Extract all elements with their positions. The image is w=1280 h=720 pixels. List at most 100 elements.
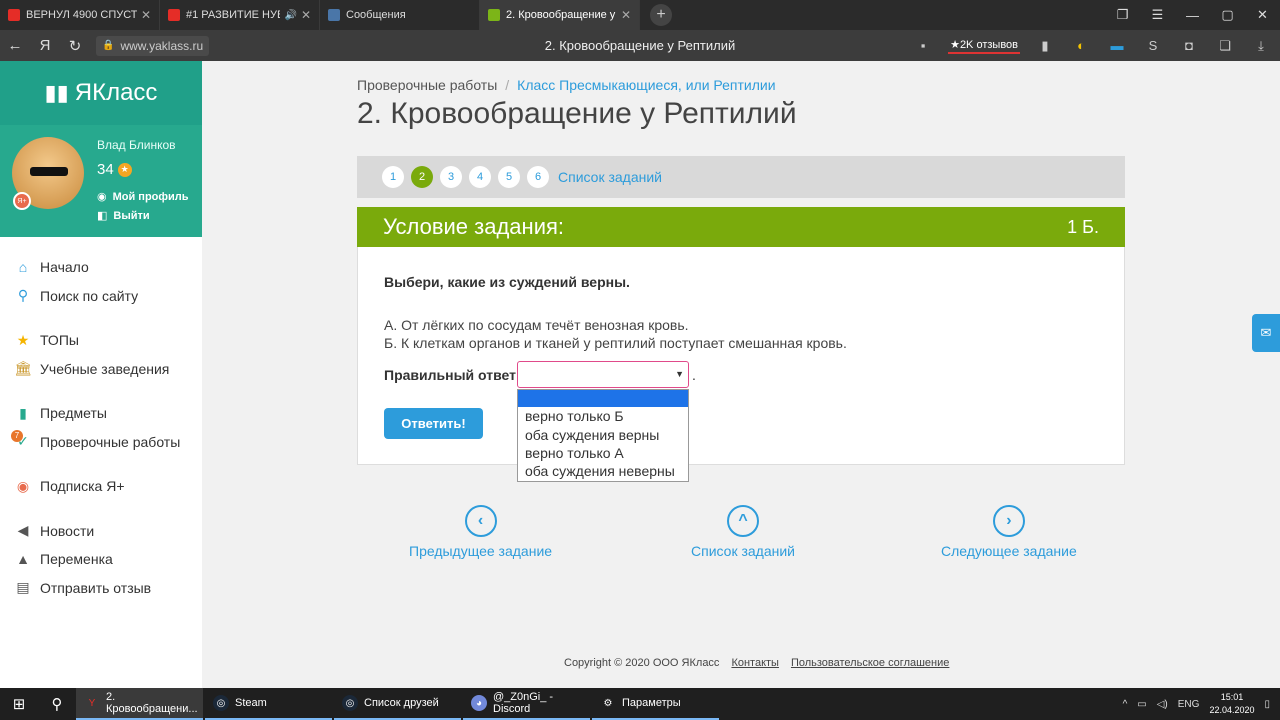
user-points: 34 ★ [97, 161, 132, 178]
taskbar-app-settings[interactable]: ⚙ Параметры [592, 688, 719, 720]
network-icon[interactable]: ▭ [1137, 699, 1146, 710]
sidebar-menu: ⌂ Начало ⚲ Поиск по сайту ★ ТОПы 🏛 Учебн… [0, 237, 202, 602]
taskbar-app-friends[interactable]: ◎ Список друзей [334, 688, 461, 720]
notifications-icon[interactable]: ▯ [1264, 699, 1270, 710]
menu-icon[interactable]: ☰ [1140, 0, 1175, 30]
browser-tab-2[interactable]: #1 РАЗВИТИЕ НУБА 🔊 ✕ [160, 0, 320, 30]
taskbar-app-discord[interactable]: ◕ @_Z0nGi_ - Discord [463, 688, 590, 720]
maximize-button[interactable]: ▢ [1210, 0, 1245, 30]
step-1[interactable]: 1 [382, 166, 404, 188]
sidebar-item-feedback[interactable]: ▤ Отправить отзыв [0, 574, 202, 603]
extension-icon[interactable]: ◘ [1178, 35, 1200, 57]
reviews-badge[interactable]: ★2K отзывов [948, 38, 1020, 54]
yaklass-logo[interactable]: ▮▮ ЯКласс [0, 61, 202, 125]
browser-toolbar: ▪ ★2K отзывов ▮ ◐ ▬ S ◘ ❏ ⤓ [912, 30, 1272, 61]
close-tab-icon[interactable]: ✕ [301, 8, 311, 22]
plus-icon: + [650, 4, 672, 26]
extension-icon[interactable]: ◐ [1070, 35, 1092, 57]
dropdown-option[interactable] [518, 390, 688, 407]
answer-dropdown-list: верно только Б оба суждения верны верно … [517, 389, 689, 482]
search-icon[interactable]: ⚲ [38, 688, 76, 720]
main-content: Проверочные работы / Класс Пресмыкающиеся,… [202, 61, 1280, 688]
chevron-up-icon[interactable]: ^ [1123, 699, 1128, 710]
home-icon: ⌂ [18, 259, 28, 276]
sidebar-item-break[interactable]: ▲ Переменка [0, 545, 202, 574]
reload-button[interactable]: ↻ [60, 30, 90, 61]
volume-icon[interactable]: ◁) [1157, 699, 1168, 710]
steam-icon: ◎ [213, 695, 229, 711]
lock-icon: 🔒 [102, 40, 115, 51]
step-5[interactable]: 5 [498, 166, 520, 188]
step-3[interactable]: 3 [440, 166, 462, 188]
submit-answer-button[interactable]: Ответить! [384, 408, 483, 439]
page-title: 2. Кровообращение у Рептилий [357, 97, 797, 130]
step-2[interactable]: 2 [411, 166, 433, 188]
dropdown-option[interactable]: оба суждения неверны [518, 462, 688, 480]
discord-icon: ◕ [471, 695, 487, 711]
question-text: Выбери, какие из суждений верны. [384, 274, 630, 290]
url-field[interactable]: 🔒 www.yaklass.ru [96, 35, 210, 56]
browser-tab-3[interactable]: Сообщения [320, 0, 480, 30]
breadcrumb-current[interactable]: Класс Пресмыкающиеся, или Рептилии [517, 77, 775, 93]
collections-icon[interactable]: ❏ [1214, 35, 1236, 57]
taskbar-app-steam[interactable]: ◎ Steam [205, 688, 332, 720]
new-tab-button[interactable]: + [646, 0, 676, 30]
sidebar-item-tests[interactable]: ✓ 7 Проверочные работы [0, 428, 202, 457]
sidebar-item-schools[interactable]: 🏛 Учебные заведения [0, 355, 202, 384]
prev-task-link[interactable]: ‹ Предыдущее задание [409, 505, 552, 559]
sidebar-item-news[interactable]: ◀ Новости [0, 517, 202, 546]
task-points: 1 Б. [1067, 216, 1099, 237]
bell-icon: ▲ [16, 551, 30, 568]
speaker-icon[interactable]: 🔊 [284, 10, 296, 21]
yandex-logo-icon[interactable]: Я [30, 30, 60, 61]
agreement-link[interactable]: Пользовательское соглашение [791, 657, 949, 669]
download-icon[interactable]: ⤓ [1250, 35, 1272, 57]
sidebar-item-tops[interactable]: ★ ТОПы [0, 326, 202, 355]
step-6[interactable]: 6 [527, 166, 549, 188]
minimize-button[interactable]: — [1175, 0, 1210, 30]
windows-start-icon[interactable]: ⊞ [0, 688, 38, 720]
close-tab-icon[interactable]: ✕ [141, 8, 151, 22]
close-tab-icon[interactable]: ✕ [621, 8, 631, 22]
chat-icon[interactable]: ▪ [912, 35, 934, 57]
extension-icon[interactable]: S [1142, 35, 1164, 57]
browser-tab-1[interactable]: ВЕРНУЛ 4900 СПУСТЯ ГОД ✕ [0, 0, 160, 30]
tabs-menu-icon[interactable]: ❐ [1105, 0, 1140, 30]
building-icon: 🏛 [14, 360, 32, 377]
window-controls: ❐ ☰ — ▢ ✕ [1105, 0, 1280, 30]
taskbar-app-browser[interactable]: Y 2. Кровообращени... [76, 688, 203, 720]
dropdown-option[interactable]: верно только А [518, 444, 688, 462]
mail-icon[interactable]: ✉ [1252, 314, 1280, 352]
clock[interactable]: 15:01 22.04.2020 [1209, 691, 1254, 717]
youtube-icon [168, 9, 180, 21]
sidebar-item-subjects[interactable]: ▮ Предметы [0, 399, 202, 428]
task-steps: 1 2 3 4 5 6 Список заданий [357, 156, 1125, 198]
task-list-link[interactable]: Список заданий [558, 169, 662, 185]
task-list-nav-link[interactable]: ^ Список заданий [691, 505, 795, 559]
extension-icon[interactable]: ▬ [1106, 35, 1128, 57]
sidebar-item-subscription[interactable]: ◉ Подписка Я+ [0, 472, 202, 501]
language-indicator[interactable]: ENG [1178, 699, 1200, 710]
browser-tab-strip: ВЕРНУЛ 4900 СПУСТЯ ГОД ✕ #1 РАЗВИТИЕ НУБ… [0, 0, 1280, 30]
dropdown-option[interactable]: верно только Б [518, 407, 688, 425]
next-task-link[interactable]: › Следующее задание [941, 505, 1077, 559]
step-4[interactable]: 4 [469, 166, 491, 188]
feedback-icon: ▤ [16, 579, 30, 596]
sidebar-item-home[interactable]: ⌂ Начало [0, 253, 202, 282]
answer-select[interactable]: ▼ [517, 361, 689, 388]
taskbar: ⊞ ⚲ Y 2. Кровообращени... ◎ Steam ◎ Спис… [0, 688, 1280, 720]
dropdown-option[interactable]: оба суждения верны [518, 425, 688, 443]
close-window-button[interactable]: ✕ [1245, 0, 1280, 30]
chevron-left-icon: ‹ [464, 505, 497, 537]
browser-tab-4[interactable]: 2. Кровообращение у Р ✕ [480, 0, 640, 30]
yaklass-icon [488, 9, 500, 21]
bookmark-icon[interactable]: ▮ [1034, 35, 1056, 57]
contacts-link[interactable]: Контакты [731, 657, 779, 669]
search-icon: ⚲ [17, 287, 29, 304]
profile-link[interactable]: ◉ Мой профиль [97, 190, 189, 204]
breadcrumb-root[interactable]: Проверочные работы [357, 77, 497, 93]
user-name: Влад Блинков [97, 138, 176, 152]
logout-link[interactable]: ◧ Выйти [97, 209, 150, 223]
sidebar-item-search[interactable]: ⚲ Поиск по сайту [0, 282, 202, 311]
back-button[interactable]: ← [0, 30, 30, 61]
